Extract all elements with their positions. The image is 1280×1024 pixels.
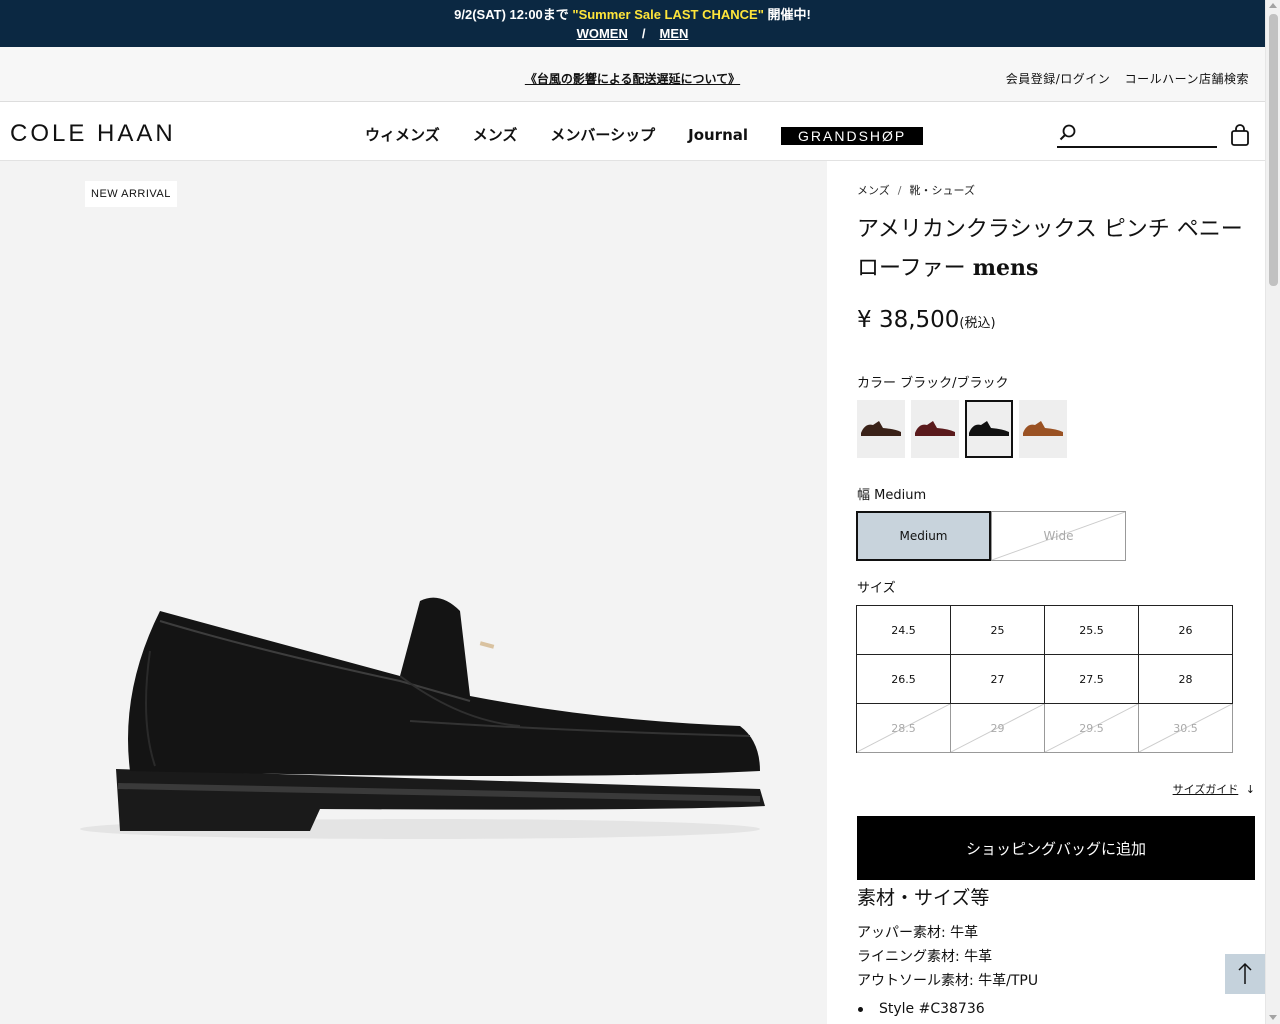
price-tax-note: (税込) [959, 316, 996, 331]
breadcrumb: メンズ / 靴・シューズ [857, 182, 975, 198]
nav-item-membership[interactable]: メンバーシップ [550, 124, 655, 145]
size-option[interactable]: 26 [1139, 606, 1233, 655]
price-value: ¥ 38,500 [857, 307, 960, 333]
size-option-label: 25.5 [1079, 623, 1104, 637]
color-swatch-tan[interactable] [1019, 400, 1067, 458]
product-detail-panel: メンズ / 靴・シューズ アメリカンクラシックス ピンチ ペニーローファー mens… [827, 161, 1265, 1024]
size-option[interactable]: 24.5 [857, 606, 951, 655]
product-image-area: NEW ARRIVAL [0, 161, 827, 1024]
logo[interactable]: COLE HAAN [10, 120, 176, 148]
promo-women-link[interactable]: WOMEN [577, 26, 628, 41]
size-option-label: 26 [1178, 623, 1193, 637]
promo-text: 9/2(SAT) 12:00まで "Summer Sale LAST CHANC… [0, 4, 1265, 23]
store-search-link[interactable]: コールハーン店舗検索 [1125, 72, 1249, 86]
size-option[interactable]: 28 [1139, 655, 1233, 704]
scroll-to-top-button[interactable] [1225, 954, 1265, 994]
login-link[interactable]: 会員登録/ログイン [1006, 72, 1111, 86]
width-option-label: Medium [899, 529, 948, 543]
product-image [60, 581, 780, 845]
promo-sale-name: "Summer Sale LAST CHANCE" [572, 7, 764, 22]
size-option-label: 29.5 [1079, 721, 1104, 735]
size-option-unavailable[interactable]: 29.5 [1045, 704, 1139, 753]
scroll-down-arrow-icon[interactable] [1269, 1015, 1277, 1020]
arrow-down-icon: ↓ [1245, 783, 1255, 796]
size-option[interactable]: 25.5 [1045, 606, 1139, 655]
promo-links: WOMEN / MEN [0, 26, 1265, 41]
new-arrival-badge: NEW ARRIVAL [85, 181, 177, 207]
product-title-en: mens [972, 255, 1039, 281]
main-nav: ウィメンズ メンズ メンバーシップ Journal GRANDSHØP [365, 124, 956, 145]
nav-item-journal[interactable]: Journal [688, 126, 748, 144]
size-label: サイズ [857, 581, 896, 596]
spec-item: アウトソール素材: 牛革/TPU [857, 973, 1039, 989]
product-price: ¥ 38,500(税込) [857, 307, 996, 333]
color-swatch-black[interactable] [965, 400, 1013, 458]
breadcrumb-separator: / [897, 184, 902, 197]
nav-item-mens[interactable]: メンズ [473, 124, 518, 145]
product-title-jp: アメリカンクラシックス ピンチ ペニーローファー [857, 217, 1243, 281]
size-option[interactable]: 25 [951, 606, 1045, 655]
color-label: カラー ブラック/ブラック [857, 376, 1009, 391]
spec-item: アッパー素材: 牛革 [857, 925, 979, 941]
spec-title: 素材・サイズ等 [857, 887, 990, 909]
page-scrollbar[interactable] [1265, 0, 1280, 1024]
shopping-bag-icon[interactable] [1230, 124, 1250, 150]
promo-separator: / [641, 26, 646, 41]
size-guide: サイズガイド ↓ [1173, 781, 1255, 797]
size-option[interactable]: 27.5 [1045, 655, 1139, 704]
color-swatch-burgundy[interactable] [911, 400, 959, 458]
arrow-up-icon [1238, 962, 1252, 984]
size-option-label: 26.5 [891, 672, 916, 686]
search-icon[interactable] [1059, 124, 1077, 146]
scrollbar-thumb[interactable] [1269, 14, 1278, 286]
spec-list: アッパー素材: 牛革 ライニング素材: 牛革 アウトソール素材: 牛革/TPU … [857, 921, 1038, 1021]
spec-item: ライニング素材: 牛革 [857, 949, 993, 965]
search-box [1057, 122, 1217, 148]
scroll-up-arrow-icon[interactable] [1269, 3, 1277, 8]
promo-men-link[interactable]: MEN [660, 26, 689, 41]
size-option-label: 28.5 [891, 721, 916, 735]
nav-item-grandshop[interactable]: GRANDSHØP [781, 126, 924, 145]
size-option[interactable]: 26.5 [857, 655, 951, 704]
size-guide-link[interactable]: サイズガイド [1173, 783, 1239, 796]
promo-banner: 9/2(SAT) 12:00まで "Summer Sale LAST CHANC… [0, 0, 1265, 47]
width-option-medium[interactable]: Medium [856, 511, 991, 561]
size-option-label: 29 [990, 721, 1005, 735]
add-to-bag-button[interactable]: ショッピングバッグに追加 [857, 816, 1255, 880]
size-option[interactable]: 27 [951, 655, 1045, 704]
width-label: 幅 Medium [857, 488, 927, 503]
search-input[interactable] [1081, 124, 1211, 144]
color-swatch-dark-brown[interactable] [857, 400, 905, 458]
promo-deadline: 9/2(SAT) 12:00まで [454, 7, 573, 22]
size-option-label: 27.5 [1079, 672, 1104, 686]
width-options: Medium Wide [856, 511, 1126, 561]
size-grid: 24.5 25 25.5 26 26.5 27 27.5 28 28.5 29 … [856, 605, 1233, 753]
size-option-unavailable[interactable]: 30.5 [1139, 704, 1233, 753]
size-option-unavailable[interactable]: 28.5 [857, 704, 951, 753]
nav-item-womens[interactable]: ウィメンズ [365, 124, 440, 145]
color-swatches [857, 400, 1073, 458]
size-option-unavailable[interactable]: 29 [951, 704, 1045, 753]
width-option-wide[interactable]: Wide [991, 511, 1126, 561]
breadcrumb-mens[interactable]: メンズ [857, 184, 890, 197]
site-header: COLE HAAN ウィメンズ メンズ メンバーシップ Journal GRAN… [0, 102, 1265, 161]
size-option-label: 28 [1178, 672, 1193, 686]
breadcrumb-shoes[interactable]: 靴・シューズ [910, 184, 975, 197]
size-option-label: 27 [990, 672, 1005, 686]
promo-status: 開催中! [763, 7, 811, 22]
utility-bar: 《台風の影響による配送遅延について》 会員登録/ログイン コールハーン店舗検索 [0, 47, 1265, 102]
size-option-label: 25 [990, 623, 1005, 637]
shipping-delay-notice-link[interactable]: 《台風の影響による配送遅延について》 [525, 72, 740, 86]
size-option-label: 30.5 [1173, 721, 1198, 735]
style-number: Style #C38736 [857, 997, 1038, 1021]
size-option-label: 24.5 [891, 623, 916, 637]
product-title: アメリカンクラシックス ピンチ ペニーローファー mens [857, 211, 1252, 288]
width-option-label: Wide [1043, 529, 1074, 543]
